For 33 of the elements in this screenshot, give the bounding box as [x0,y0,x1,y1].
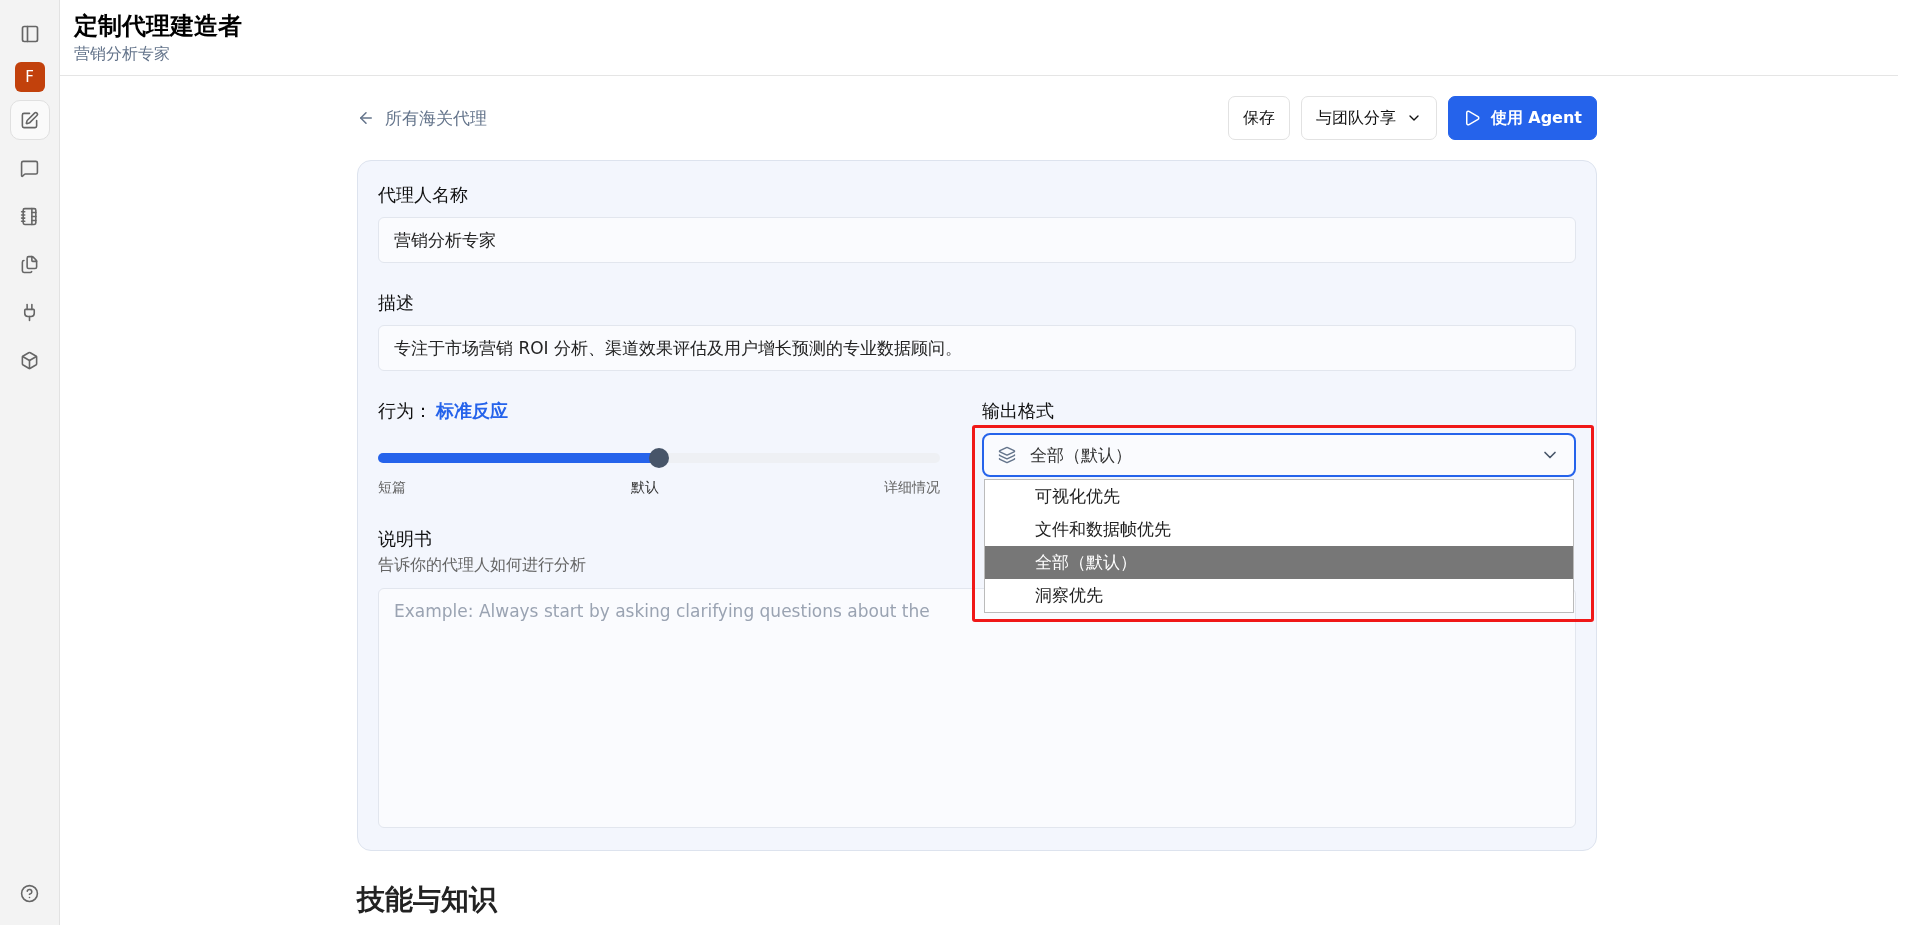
sidebar-toggle-icon [19,24,40,44]
cube-icon [20,350,39,370]
save-button[interactable]: 保存 [1227,96,1290,140]
share-button[interactable]: 与团队分享 [1300,96,1437,140]
edit-icon [20,110,39,130]
notebook-icon [20,206,39,226]
field-label: 说明书 [378,527,432,551]
field-label: 描述 [378,291,414,315]
behavior-slider[interactable] [378,448,940,468]
output-format-select[interactable]: 全部（默认） [982,433,1576,477]
section-heading: 技能与知识 [357,882,499,918]
user-avatar[interactable]: F [14,62,45,92]
layers-icon [998,446,1016,464]
chat-icon [20,158,39,178]
behavior-value: 标准反应 [436,399,508,423]
page-subtitle: 营销分析专家 [74,44,171,65]
slider-thumb[interactable] [649,448,669,468]
dropdown-option[interactable]: 全部（默认） [985,546,1573,579]
use-agent-button[interactable]: 使用 Agent [1447,96,1597,140]
page-title: 定制代理建造者 [74,11,243,42]
field-label: 代理人名称 [378,183,468,207]
files-icon [20,254,39,274]
field-hint: 告诉你的代理人如何进行分析 [378,555,586,576]
name-field[interactable]: 营销分析专家 [378,217,1576,263]
slider-tick-label: 默认 [631,479,659,497]
help-icon [20,883,39,903]
behavior-label: 行为： [378,399,432,423]
slider-tick-label: 短篇 [378,479,406,497]
back-link[interactable]: 所有海关代理 [357,106,487,130]
description-field[interactable]: 专注于市场营销 ROI 分析、渠道效果评估及用户增长预测的专业数据顾问。 [378,325,1576,371]
field-label: 输出格式 [982,399,1054,423]
slider-tick-label: 详细情况 [884,479,940,497]
sidebar-item[interactable] [9,100,50,140]
